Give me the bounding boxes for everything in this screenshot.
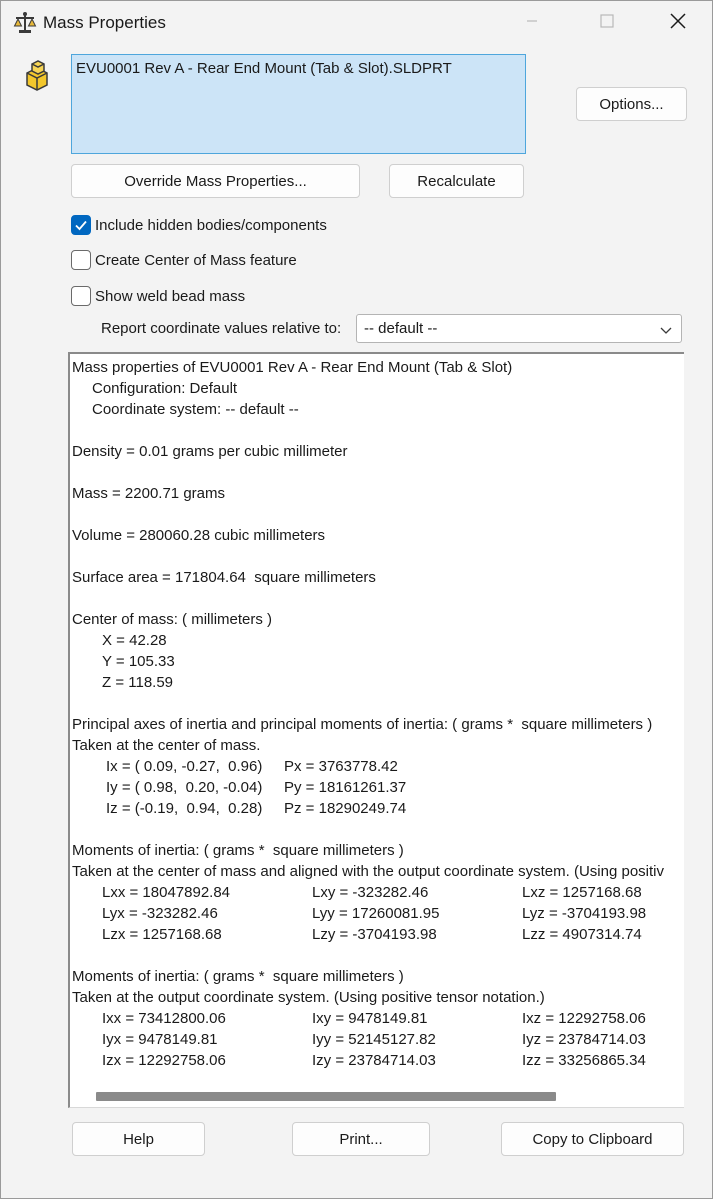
close-button[interactable] [655, 1, 701, 45]
minimize-icon [525, 14, 539, 33]
show-weld-bead-mass-label: Show weld bead mass [95, 287, 246, 305]
selection-list[interactable]: EVU0001 Rev A - Rear End Mount (Tab & Sl… [71, 54, 526, 154]
results-moi-title-output: Moments of inertia: ( grams * square mil… [72, 968, 404, 985]
results-iz: Iz = (-0.19, 0.94, 0.28) [106, 800, 263, 817]
results-lzz: Lzz = 4907314.74 [522, 926, 642, 943]
copy-to-clipboard-button[interactable]: Copy to Clipboard [501, 1122, 684, 1156]
results-px: Px = 3763778.42 [284, 758, 398, 775]
results-py: Py = 18161261.37 [284, 779, 407, 796]
results-lyx: Lyx = -323282.46 [102, 905, 218, 922]
show-weld-bead-mass-option[interactable]: Show weld bead mass [71, 285, 245, 307]
results-lxy: Lxy = -323282.46 [312, 884, 429, 901]
print-button[interactable]: Print... [292, 1122, 430, 1156]
horizontal-scrollbar[interactable] [70, 1084, 684, 1107]
part-icon [23, 59, 53, 93]
results-ixy: Ixy = 9478149.81 [312, 1010, 428, 1027]
results-iyy: Iyy = 52145127.82 [312, 1031, 436, 1048]
close-icon [669, 12, 687, 35]
window-title: Mass Properties [43, 13, 166, 32]
results-com-y: Y = 105.33 [102, 653, 175, 670]
maximize-button[interactable] [584, 1, 630, 45]
results-lzx: Lzx = 1257168.68 [102, 926, 222, 943]
minimize-button[interactable] [509, 1, 555, 45]
create-center-of-mass-label: Create Center of Mass feature [95, 251, 297, 269]
results-lyy: Lyy = 17260081.95 [312, 905, 440, 922]
help-button[interactable]: Help [72, 1122, 205, 1156]
report-coordinate-label: Report coordinate values relative to: [101, 320, 342, 337]
include-hidden-bodies-option[interactable]: Include hidden bodies/components [71, 214, 327, 236]
results-moi-subtitle-output: Taken at the output coordinate system. (… [72, 989, 545, 1006]
maximize-icon [599, 13, 615, 34]
results-izz: Izz = 33256865.34 [522, 1052, 646, 1069]
results-izx: Izx = 12292758.06 [102, 1052, 226, 1069]
create-center-of-mass-checkbox[interactable] [71, 250, 91, 270]
results-coordinate-system: Coordinate system: -- default -- [92, 401, 299, 418]
recalculate-button[interactable]: Recalculate [389, 164, 524, 198]
coordinate-system-dropdown[interactable]: -- default -- [356, 314, 682, 343]
results-surface-area: Surface area = 171804.64 square millimet… [72, 569, 376, 586]
results-ixx: Ixx = 73412800.06 [102, 1010, 226, 1027]
results-principal-title: Principal axes of inertia and principal … [72, 716, 653, 733]
results-iy: Iy = ( 0.98, 0.20, -0.04) [106, 779, 263, 796]
mass-properties-dialog: Mass Properties EVU0001 Rev A - Rear End… [0, 0, 713, 1199]
results-lxz: Lxz = 1257168.68 [522, 884, 642, 901]
results-lzy: Lzy = -3704193.98 [312, 926, 437, 943]
selection-item[interactable]: EVU0001 Rev A - Rear End Mount (Tab & Sl… [76, 60, 521, 77]
show-weld-bead-mass-checkbox[interactable] [71, 286, 91, 306]
results-mass: Mass = 2200.71 grams [72, 485, 225, 502]
include-hidden-bodies-label: Include hidden bodies/components [95, 216, 327, 234]
results-iyx: Iyx = 9478149.81 [102, 1031, 218, 1048]
include-hidden-bodies-checkbox[interactable] [71, 215, 91, 235]
results-iyz: Iyz = 23784714.03 [522, 1031, 646, 1048]
override-mass-properties-button[interactable]: Override Mass Properties... [71, 164, 360, 198]
coordinate-system-value: -- default -- [364, 320, 438, 337]
results-volume: Volume = 280060.28 cubic millimeters [72, 527, 326, 544]
results-center-of-mass-title: Center of mass: ( millimeters ) [72, 611, 273, 628]
results-com-x: X = 42.28 [102, 632, 167, 649]
results-lxx: Lxx = 18047892.84 [102, 884, 231, 901]
create-center-of-mass-option[interactable]: Create Center of Mass feature [71, 249, 297, 271]
results-configuration: Configuration: Default [92, 380, 238, 397]
results-header: Mass properties of EVU0001 Rev A - Rear … [72, 359, 513, 376]
results-density: Density = 0.01 grams per cubic millimete… [72, 443, 348, 460]
results-text-area[interactable]: Mass properties of EVU0001 Rev A - Rear … [68, 352, 684, 1108]
results-moi-title-center: Moments of inertia: ( grams * square mil… [72, 842, 404, 859]
results-izy: Izy = 23784714.03 [312, 1052, 436, 1069]
results-lyz: Lyz = -3704193.98 [522, 905, 647, 922]
results-com-z: Z = 118.59 [102, 674, 174, 691]
results-ix: Ix = ( 0.09, -0.27, 0.96) [106, 758, 263, 775]
results-pz: Pz = 18290249.74 [284, 800, 407, 817]
checkmark-icon [75, 220, 87, 231]
options-button[interactable]: Options... [576, 87, 687, 121]
balance-scale-icon [13, 11, 37, 35]
title-bar[interactable]: Mass Properties [1, 1, 712, 45]
results-ixz: Ixz = 12292758.06 [522, 1010, 646, 1027]
results-moi-subtitle-center: Taken at the center of mass and aligned … [72, 863, 664, 880]
chevron-down-icon [659, 323, 673, 334]
horizontal-scrollbar-thumb[interactable] [96, 1092, 556, 1101]
results-principal-subtitle: Taken at the center of mass. [72, 737, 261, 754]
